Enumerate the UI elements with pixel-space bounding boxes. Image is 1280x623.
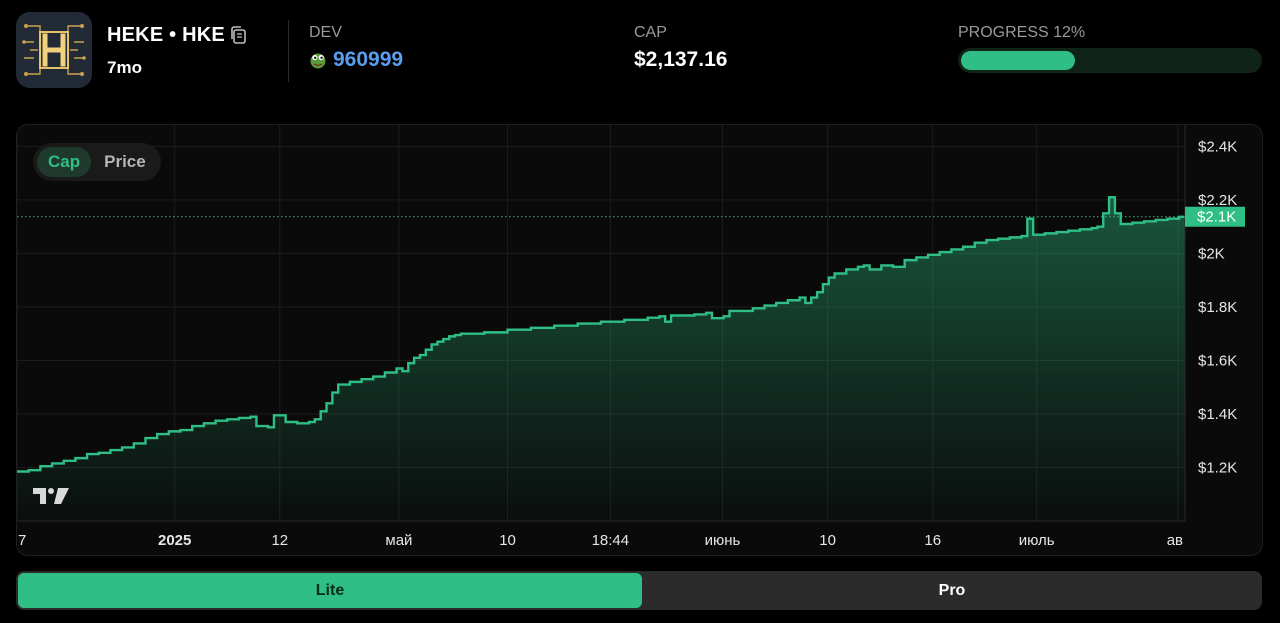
- x-tick-label: 10: [499, 532, 516, 549]
- frog-avatar-icon: [310, 53, 326, 69]
- lite-mode-button[interactable]: Lite: [18, 573, 642, 608]
- tradingview-logo-icon[interactable]: [31, 485, 71, 507]
- header: HEKE • HKE 7mo DEV 960999 CAP $2,137.16 …: [0, 0, 1280, 100]
- x-tick-label: 16: [924, 532, 941, 549]
- y-tick-label: $1.6K: [1198, 352, 1237, 369]
- x-tick-label: июнь: [705, 532, 741, 549]
- token-logo[interactable]: [16, 12, 92, 88]
- y-tick-label: $2.4K: [1198, 138, 1237, 155]
- x-tick-label: 10: [819, 532, 836, 549]
- x-tick-label: ав: [1167, 532, 1183, 549]
- y-tick-label: $2.2K: [1198, 192, 1237, 209]
- dev-label: DEV: [309, 24, 342, 41]
- price-chart[interactable]: $1.2K $1.4K $1.6K $1.8K $2K $2.2K $2.4K 7 2025 12…: [17, 125, 1262, 555]
- header-divider: [288, 20, 289, 82]
- copy-icon[interactable]: [228, 24, 248, 46]
- y-tick-label: $1.4K: [1198, 406, 1237, 423]
- x-tick-label: 2025: [158, 532, 191, 549]
- progress-bar-fill: [961, 51, 1076, 70]
- pro-mode-button[interactable]: Pro: [642, 571, 1262, 610]
- current-value-label: $2.1K: [1197, 209, 1236, 226]
- progress-bar: [958, 48, 1262, 73]
- mode-switch[interactable]: Lite Pro: [16, 571, 1262, 610]
- series-area-fill: [17, 197, 1185, 522]
- chart-panel[interactable]: $1.2K $1.4K $1.6K $1.8K $2K $2.2K $2.4K 7 2025 12…: [16, 124, 1263, 556]
- cap-label: CAP: [634, 24, 667, 41]
- cap-price-toggle[interactable]: Cap Price: [33, 143, 161, 181]
- token-name: HEKE • HKE: [107, 24, 225, 46]
- x-tick-label: 18:44: [592, 532, 630, 549]
- y-tick-label: $2K: [1198, 245, 1225, 262]
- x-tick-label: май: [385, 532, 412, 549]
- x-tick-label: 7: [18, 532, 26, 549]
- y-tick-label: $1.2K: [1198, 459, 1237, 476]
- y-tick-label: $1.8K: [1198, 299, 1237, 316]
- cap-value: $2,137.16: [634, 48, 728, 71]
- x-tick-label: июль: [1019, 532, 1055, 549]
- progress-label: PROGRESS 12%: [958, 24, 1086, 41]
- dev-value[interactable]: 960999: [309, 48, 403, 72]
- token-age: 7mo: [107, 58, 142, 77]
- toggle-cap-button[interactable]: Cap: [37, 147, 92, 177]
- toggle-price-button[interactable]: Price: [93, 147, 157, 177]
- x-tick-label: 12: [271, 532, 288, 549]
- dev-address-link[interactable]: 960999: [333, 48, 403, 72]
